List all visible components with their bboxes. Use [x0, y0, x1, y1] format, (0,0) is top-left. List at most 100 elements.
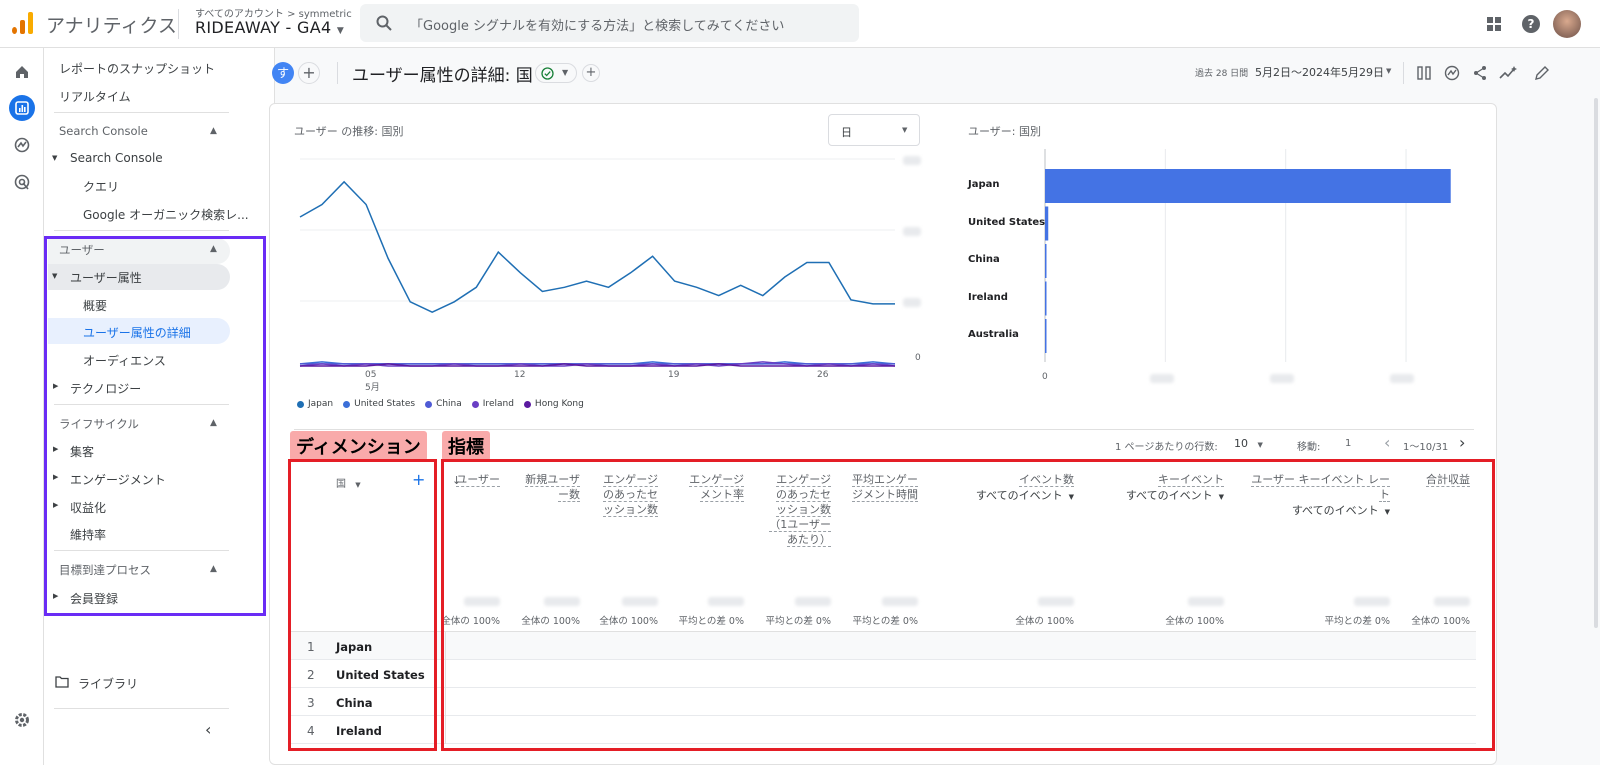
x-tick-label [1390, 374, 1414, 383]
divider [178, 9, 179, 39]
advertising-icon[interactable] [9, 169, 35, 195]
divider [54, 708, 229, 709]
legend-label: Japan [308, 399, 334, 409]
nav-library[interactable]: ライブラリ [78, 675, 138, 692]
analytics-logo[interactable] [12, 12, 34, 34]
goto-label: 移動: [1297, 442, 1321, 453]
x-tick-label: 12 [514, 370, 526, 380]
metric-annotation-box [441, 459, 1495, 751]
help-icon[interactable]: ? [1519, 12, 1543, 36]
avatar[interactable] [1553, 10, 1581, 38]
explore-icon[interactable] [9, 132, 35, 158]
property-selector[interactable]: RIDEAWAY - GA4 ▼ [195, 18, 344, 37]
rows-per-page-value: 10 [1234, 437, 1248, 450]
divider [337, 62, 338, 84]
y-tick-zero: 0 [915, 353, 921, 363]
legend-item[interactable]: Ireland [471, 399, 514, 409]
date-range[interactable]: 5月2日～2024年5月29日 [1255, 64, 1384, 80]
add-title-button[interactable]: + [582, 64, 600, 82]
main-content: す + ユーザー属性の詳細: 国 ▼ + 過去 28 日間 5月2日～2024年… [269, 48, 1600, 765]
bar-united-states [1045, 206, 1049, 241]
nav-realtime[interactable]: リアルタイム [59, 88, 131, 105]
series-line-japan [299, 180, 895, 314]
nav-group-search-console[interactable]: Search Console [70, 151, 163, 165]
goto-input[interactable]: 1 [1345, 438, 1351, 449]
x-tick-label: 19 [668, 370, 680, 380]
compare-icon[interactable] [1416, 65, 1432, 81]
nav-report-snapshot[interactable]: レポートのスナップショット [59, 60, 215, 77]
bar-australia [1045, 319, 1047, 353]
share-icon[interactable] [1472, 65, 1488, 81]
y-tick-label [903, 227, 921, 236]
divider [294, 429, 1474, 430]
nav-item-organic-search[interactable]: Google オーガニック検索レ... [83, 206, 249, 223]
legend-label: Ireland [482, 399, 514, 409]
y-tick-label [903, 156, 921, 165]
expand-caret-icon: ▼ [52, 154, 58, 162]
legend-item[interactable]: United States [343, 399, 415, 409]
edit-pencil-icon[interactable] [1534, 65, 1550, 81]
legend-dot [297, 400, 304, 408]
y-tick-label [903, 298, 921, 307]
rows-per-page-select[interactable]: 10 ▼ [1234, 437, 1263, 450]
chevron-down-icon: ▼ [1257, 441, 1263, 449]
page-range: 1～10/31 [1403, 442, 1449, 453]
reports-icon[interactable] [9, 95, 35, 121]
trend-sparkle-icon[interactable] [1499, 65, 1517, 81]
legend-item[interactable]: Japan [297, 399, 333, 409]
property-name: RIDEAWAY - GA4 [195, 18, 332, 37]
x-tick-zero: 0 [1042, 372, 1048, 382]
legend-dot [523, 400, 531, 408]
scrollbar[interactable] [1594, 98, 1598, 628]
chevron-up-icon[interactable]: ▲ [210, 126, 217, 136]
app-name: アナリティクス [46, 15, 177, 37]
legend-label: China [436, 399, 462, 409]
page-title: ユーザー属性の詳細: 国 [352, 66, 533, 86]
divider [1403, 62, 1404, 84]
metric-annotation-label: 指標 [442, 431, 490, 461]
legend-label: Hong Kong [534, 399, 584, 409]
chevron-down-icon: ▼ [562, 68, 569, 77]
report-card: ユーザー の推移: 国別 日 ▼ 0 05 5月 12 19 26 Japan U… [269, 103, 1497, 765]
legend-label: United States [354, 399, 416, 409]
bar-category-label: China [968, 254, 1000, 265]
settings-gear-icon[interactable] [9, 707, 35, 733]
bar-chart [1044, 149, 1451, 362]
chevron-down-icon[interactable]: ▼ [1386, 67, 1391, 75]
left-rail [0, 48, 44, 765]
apps-grid-icon[interactable] [1482, 12, 1506, 36]
next-page-icon[interactable]: › [1459, 433, 1465, 452]
collapse-nav-icon[interactable]: ‹ [205, 720, 211, 739]
bar-china [1045, 244, 1047, 278]
legend-dot [425, 400, 433, 408]
add-comparison-button[interactable]: + [298, 62, 320, 84]
divider [54, 112, 229, 113]
title-status-chip[interactable]: ▼ [535, 63, 577, 83]
check-circle-icon [541, 67, 554, 80]
x-tick-label: 05 [365, 370, 377, 380]
chevron-down-icon: ▼ [336, 26, 345, 36]
date-range-prefix: 過去 28 日間 [1195, 69, 1249, 79]
insights-icon[interactable] [1444, 65, 1460, 81]
x-tick-label [1150, 374, 1174, 383]
prev-page-icon[interactable]: ‹ [1384, 433, 1390, 452]
search-bar[interactable]: 「Google シグナルを有効にする方法」と検索してみてください [360, 4, 859, 42]
x-tick-label [1270, 374, 1294, 383]
legend-item[interactable]: China [425, 399, 462, 409]
section-search-console[interactable]: Search Console [59, 124, 148, 138]
legend-dot [343, 400, 351, 408]
top-bar: アナリティクス すべてのアカウント > symmetric RIDEAWAY -… [0, 0, 1600, 48]
x-tick-label: 26 [817, 370, 829, 380]
avatar[interactable]: す [272, 62, 294, 84]
home-icon[interactable] [9, 59, 35, 85]
side-nav: レポートのスナップショット リアルタイム Search Console ▲ ▼ … [44, 48, 275, 765]
user-section-annotation-box [44, 236, 266, 616]
bar-ireland [1045, 281, 1047, 316]
search-icon [376, 15, 392, 31]
folder-icon [55, 676, 69, 688]
nav-item-query[interactable]: クエリ [83, 178, 119, 195]
legend-dot [471, 400, 479, 408]
bar-category-label: Australia [968, 329, 1019, 340]
rows-per-page-label: 1 ページあたりの行数: [1115, 442, 1218, 453]
legend-item[interactable]: Hong Kong [523, 399, 584, 409]
